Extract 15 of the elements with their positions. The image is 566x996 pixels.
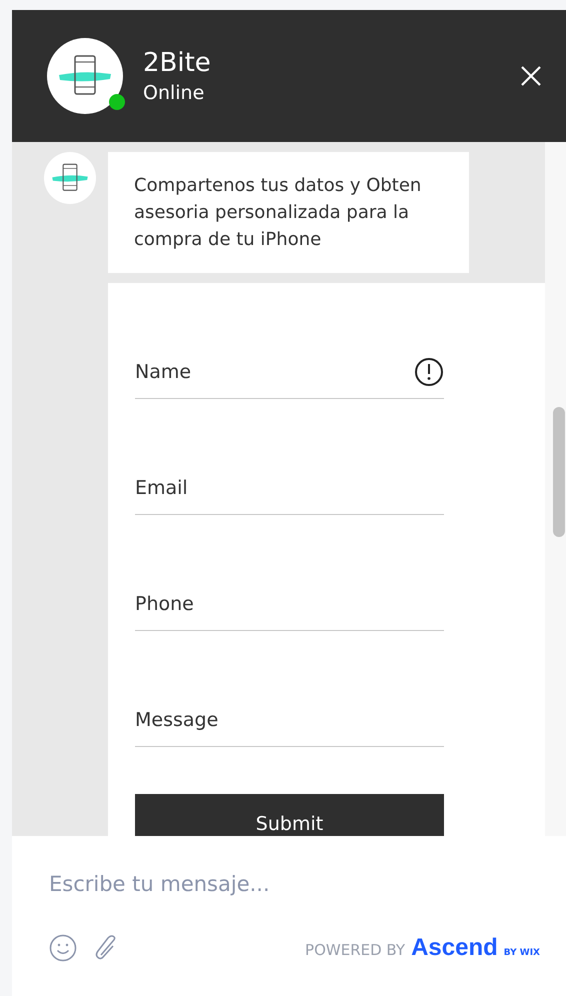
- close-button[interactable]: [520, 65, 542, 87]
- powered-by-label: POWERED BY: [305, 941, 406, 959]
- submit-button[interactable]: Submit: [135, 794, 444, 836]
- brand-logo[interactable]: Ascend: [411, 934, 498, 962]
- logo-icon: [47, 38, 123, 114]
- chat-title: 2Bite: [143, 48, 212, 78]
- emoji-icon[interactable]: [49, 934, 77, 962]
- message-bubble: Compartenos tus datos y Obten asesoria personalizada para la compra de tu iPhone: [108, 152, 469, 273]
- input-field[interactable]: Message: [135, 679, 444, 747]
- input-field[interactable]: Name: [135, 331, 444, 399]
- input-field[interactable]: Email: [135, 447, 444, 515]
- brand-suffix: BY WIX: [504, 948, 540, 958]
- logo-icon: [44, 152, 96, 204]
- status-text: Online: [143, 82, 206, 104]
- input-field[interactable]: Phone: [135, 563, 444, 631]
